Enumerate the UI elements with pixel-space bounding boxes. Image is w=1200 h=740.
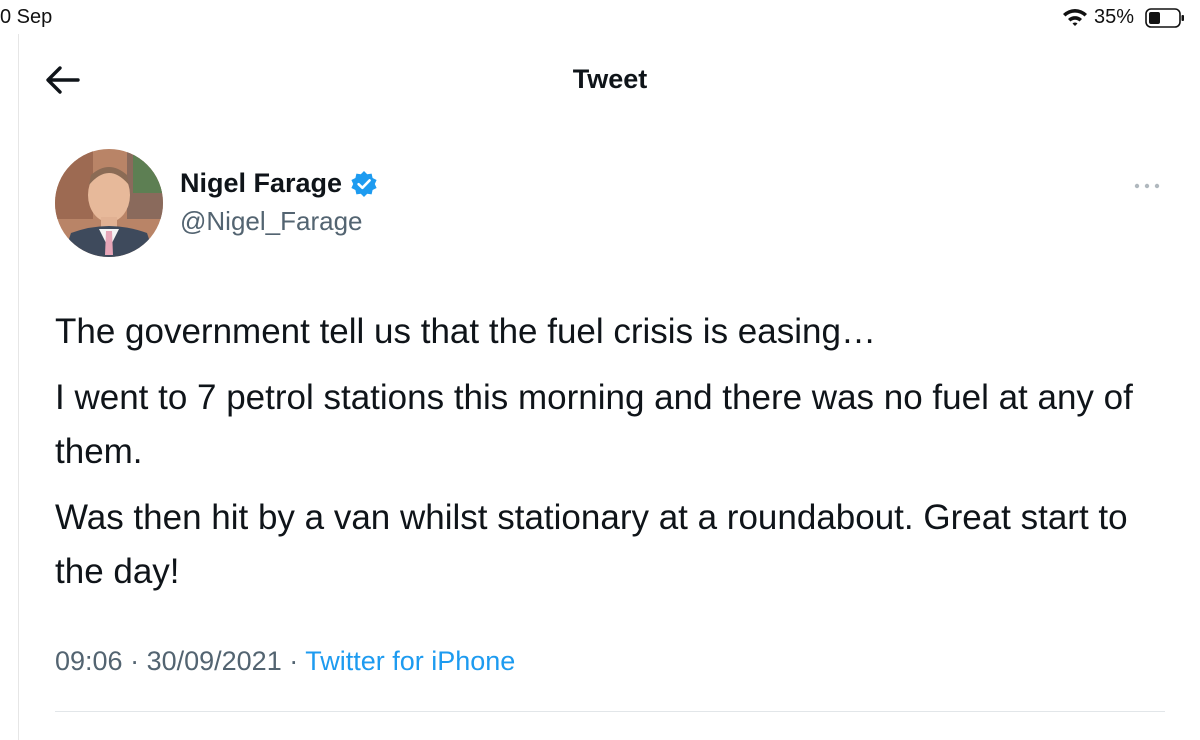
tweet-timestamp: 09:06 · 30/09/2021 · Twitter for iPhone [55,646,515,677]
tweet-text: The government tell us that the fuel cri… [55,305,1165,611]
tweet-paragraph: I went to 7 petrol stations this morning… [55,378,1133,471]
divider [55,711,1165,712]
meta-separator: · [122,646,147,676]
wifi-icon [1063,9,1087,26]
author-handle[interactable]: @Nigel_Farage [180,206,362,237]
status-date: 0 Sep [0,6,53,28]
author-name-row: Nigel Farage [180,168,378,199]
battery-percent: 35% [1094,6,1135,28]
battery-icon [1145,8,1184,28]
author-name[interactable]: Nigel Farage [180,168,342,199]
verified-badge-icon [351,170,377,197]
meta-separator: · [281,646,306,676]
more-options-icon[interactable] [1132,181,1162,191]
avatar[interactable] [55,149,163,257]
page-title: Tweet [572,64,648,94]
status-bar: 0 Sep 35% [0,0,1200,34]
page-edge-divider [18,34,19,740]
tweet-paragraph: The government tell us that the fuel cri… [55,312,876,351]
tweet-date[interactable]: 30/09/2021 [147,646,282,676]
tweet-paragraph: Was then hit by a van whilst stationary … [55,498,1128,591]
tweet-source-link[interactable]: Twitter for iPhone [305,646,515,676]
tweet-time[interactable]: 09:06 [55,646,123,676]
